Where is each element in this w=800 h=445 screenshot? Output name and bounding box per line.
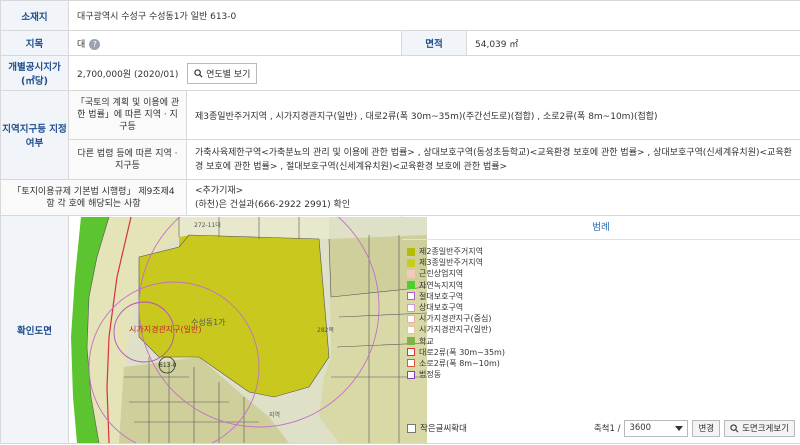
legend-swatch bbox=[407, 370, 415, 379]
legend-swatch bbox=[407, 337, 415, 346]
legend-swatch bbox=[407, 269, 415, 278]
legend-swatch bbox=[407, 247, 415, 256]
legend-panel: 범례 제2종일반주거지역 제3종일반주거지역 근린상업지역 자연녹지지역 절대보호구역상… bbox=[402, 216, 800, 442]
law2-label: 다른 법령 등에 따른 지역 · 지구등 bbox=[68, 139, 187, 180]
jimok-label: 지목 bbox=[0, 30, 69, 56]
search-icon bbox=[194, 68, 203, 78]
change-scale-button[interactable]: 변경 bbox=[692, 419, 721, 437]
scale-value: 3600 bbox=[629, 423, 652, 433]
legend-item: 근린상업지역 bbox=[407, 268, 800, 279]
legend-swatch bbox=[407, 303, 415, 312]
map-parcel-label: 613-0 bbox=[159, 362, 177, 369]
legend-swatch bbox=[407, 281, 415, 290]
legend-item-label: 상대보호구역 bbox=[419, 303, 464, 313]
regulation-line-2: (하천)은 건설과(666-2922 2991) 확인 bbox=[195, 199, 351, 210]
law2-value: 가축사육제한구역<가축분뇨의 관리 및 이용에 관한 법률> , 상대보호구역(… bbox=[186, 139, 800, 180]
price-label: 개별공시지가 (㎡당) bbox=[0, 55, 69, 91]
legend-item-label: 법정동 bbox=[419, 370, 442, 380]
jimok-value: 대 bbox=[77, 39, 86, 50]
legend-item: 소로2류(폭 8m~10m) bbox=[407, 358, 800, 369]
legend-item: 법정동 bbox=[407, 369, 800, 380]
legend-swatch bbox=[407, 348, 415, 357]
price-value: 2,700,000원 (2020/01) bbox=[77, 69, 179, 80]
enlarge-text-label: 작은글씨확대 bbox=[420, 424, 467, 434]
legend-item: 학교 bbox=[407, 336, 800, 347]
law1-label: 「국토의 계획 및 이용에 관한 법률」에 따른 지역 · 지구등 bbox=[68, 90, 187, 140]
legend-item-label: 제2종일반주거지역 bbox=[419, 247, 483, 257]
map-dong-label: 수성동1가 bbox=[191, 318, 226, 327]
legend-item-label: 근린상업지역 bbox=[419, 269, 464, 279]
legend-item-label: 절대보호구역 bbox=[419, 291, 464, 301]
legend-item-label: 시가지경관지구(일반) bbox=[419, 325, 492, 335]
land-info-table: 소재지 대구광역시 수성구 수성동1가 일반 613-0 지목 대? 면적 54… bbox=[0, 0, 800, 444]
zoning-label: 지역지구등 지정여부 bbox=[0, 90, 69, 180]
scale-label: 축척1 / bbox=[593, 424, 621, 434]
legend-item-label: 학교 bbox=[419, 336, 434, 346]
legend-swatch bbox=[407, 325, 415, 334]
zoom-icon bbox=[730, 423, 739, 432]
location-label: 소재지 bbox=[0, 0, 69, 31]
legend-item: 자연녹지지역 bbox=[407, 280, 800, 291]
legend-item: 제2종일반주거지역 bbox=[407, 246, 800, 257]
legend-swatch bbox=[407, 292, 415, 301]
legend-item-label: 제3종일반주거지역 bbox=[419, 258, 483, 268]
legend-cell: 범례 제2종일반주거지역 제3종일반주거지역 근린상업지역 자연녹지지역 절대보호구역상… bbox=[401, 215, 800, 444]
legend-item: 시가지경관지구(중심) bbox=[407, 313, 800, 324]
legend-swatch bbox=[407, 314, 415, 323]
legend-toolbar: 작은글씨확대 축척1 / 3600 변경 도면크게보기 bbox=[402, 414, 800, 442]
legend-item: 시가지경관지구(일반) bbox=[407, 324, 800, 335]
legend-item: 상대보호구역 bbox=[407, 302, 800, 313]
enlarge-text-checkbox[interactable] bbox=[407, 423, 416, 433]
legend-item-label: 자연녹지지역 bbox=[419, 280, 464, 290]
map-drawing: 시가지경관지구(일반) 수성동1가 613-0 272-11대 282목 지역 bbox=[69, 216, 427, 443]
law1-value: 제3종일반주거지역 , 시가지경관지구(일반) , 대로2류(폭 30m~35m… bbox=[186, 90, 800, 140]
regulation-value: <추가기재> (하천)은 건설과(666-2922 2991) 확인 bbox=[186, 179, 800, 216]
big-map-button[interactable]: 도면크게보기 bbox=[724, 419, 795, 437]
help-icon[interactable]: ? bbox=[89, 38, 101, 50]
chevron-down-icon bbox=[675, 425, 684, 431]
year-view-label: 연도별 보기 bbox=[206, 69, 251, 80]
price-cell: 2,700,000원 (2020/01) 연도별 보기 bbox=[68, 55, 800, 91]
legend-item: 대로2류(폭 30m~35m) bbox=[407, 347, 800, 358]
location-value: 대구광역시 수성구 수성동1가 일반 613-0 bbox=[68, 0, 800, 31]
price-label-text: 개별공시지가 bbox=[8, 62, 61, 73]
legend-item-label: 시가지경관지구(중심) bbox=[419, 314, 492, 324]
year-view-button[interactable]: 연도별 보기 bbox=[187, 62, 258, 84]
map-label-2: 282목 bbox=[317, 327, 334, 334]
confirmation-map[interactable]: 시가지경관지구(일반) 수성동1가 613-0 272-11대 282목 지역 bbox=[69, 216, 427, 443]
legend-list: 제2종일반주거지역 제3종일반주거지역 근린상업지역 자연녹지지역 절대보호구역상대보호… bbox=[402, 240, 800, 380]
legend-item-label: 대로2류(폭 30m~35m) bbox=[419, 347, 505, 357]
regulation-label: 「토지이용규제 기본법 시행령」 제9조제4항 각 호에 해당되는 사항 bbox=[0, 179, 187, 216]
map-label: 확인도면 bbox=[0, 215, 69, 444]
legend-swatch bbox=[407, 359, 415, 368]
legend-title: 범례 bbox=[402, 216, 800, 240]
legend-swatch bbox=[407, 258, 415, 267]
map-label-3: 지역 bbox=[269, 411, 280, 419]
price-label-unit: (㎡당) bbox=[21, 76, 48, 87]
area-label: 면적 bbox=[401, 30, 467, 56]
regulation-line-1: <추가기재> bbox=[195, 185, 244, 196]
map-label-1: 272-11대 bbox=[194, 221, 221, 229]
big-map-label: 도면크게보기 bbox=[742, 424, 789, 434]
legend-item: 제3종일반주거지역 bbox=[407, 257, 800, 268]
jimok-cell: 대? bbox=[68, 30, 402, 56]
scale-select[interactable]: 3600 bbox=[624, 419, 689, 437]
legend-item: 절대보호구역 bbox=[407, 291, 800, 302]
legend-item-label: 소로2류(폭 8m~10m) bbox=[419, 358, 500, 368]
area-value: 54,039 ㎡ bbox=[466, 30, 800, 56]
map-cell: 시가지경관지구(일반) 수성동1가 613-0 272-11대 282목 지역 bbox=[68, 215, 427, 444]
